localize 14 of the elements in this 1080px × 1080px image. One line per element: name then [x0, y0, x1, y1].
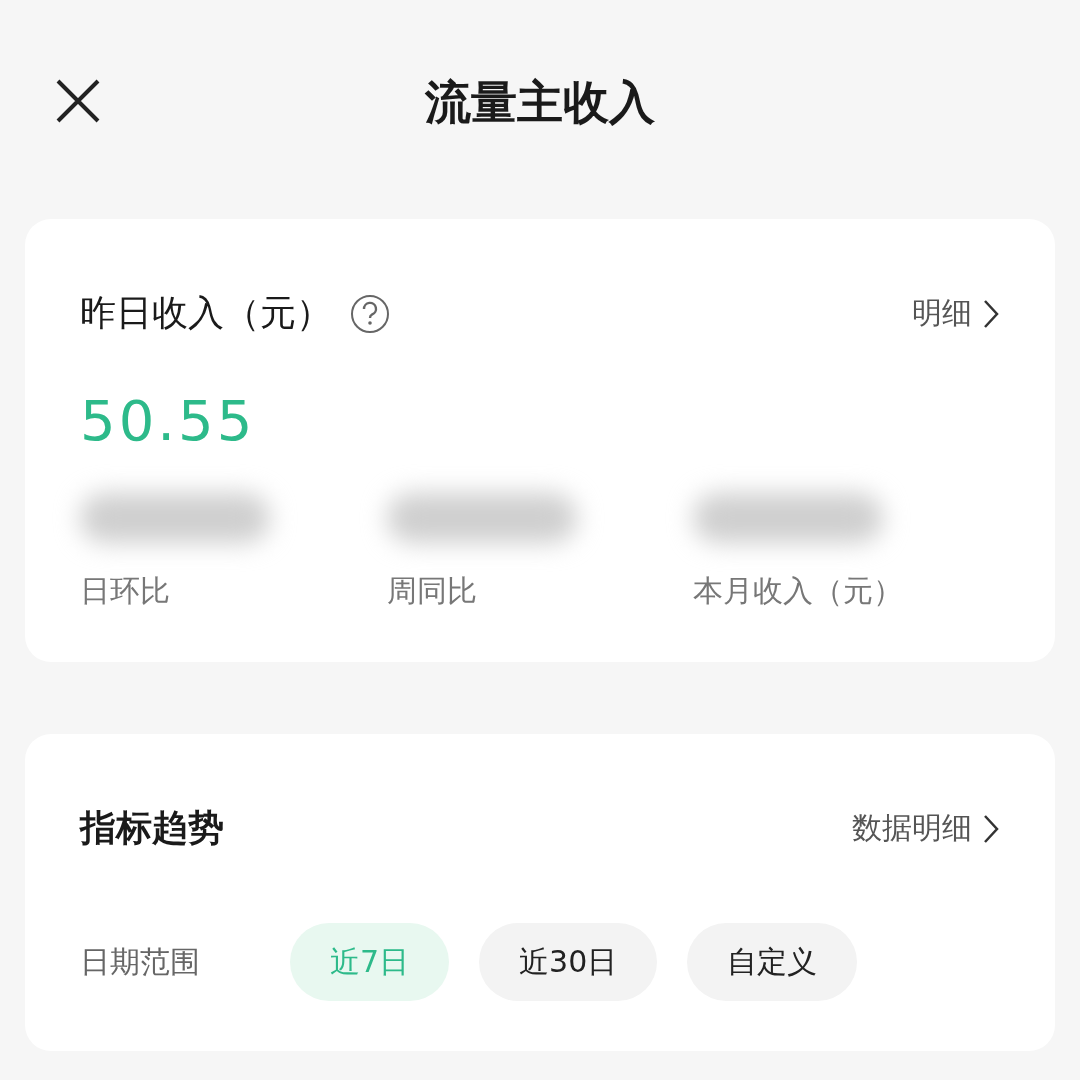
stat-label: 周同比: [386, 572, 478, 610]
help-icon[interactable]: [350, 293, 390, 334]
range-chip[interactable]: 自定义: [687, 923, 858, 1001]
income-amount: 50.55: [80, 388, 257, 453]
stat-label: 本月收入（元）: [693, 572, 905, 610]
close-icon[interactable]: [55, 78, 101, 124]
range-chip[interactable]: 近30日: [479, 923, 658, 1001]
card-title: 昨日收入（元）: [80, 291, 332, 335]
detail-link[interactable]: 数据明细: [852, 808, 1000, 849]
page-title: 流量主收入: [425, 73, 655, 131]
stat-label: 日环比: [80, 572, 171, 610]
card-title: 指标趋势: [80, 806, 224, 850]
detail-link[interactable]: 明细: [912, 293, 1000, 334]
range-label: 日期范围: [80, 942, 200, 981]
